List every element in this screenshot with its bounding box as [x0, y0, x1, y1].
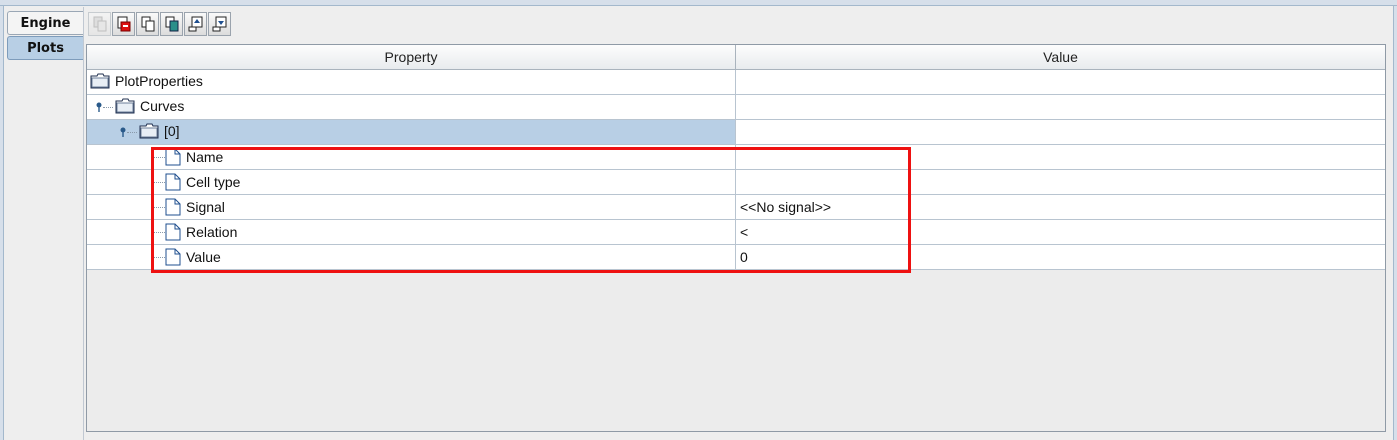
- document-icon: [165, 248, 181, 266]
- tree-connector: [153, 182, 165, 183]
- move-up-icon: [188, 16, 202, 32]
- tab-engine[interactable]: Engine: [7, 11, 83, 35]
- paste-button[interactable]: [160, 12, 183, 36]
- paste-icon: [165, 16, 178, 32]
- copy-button[interactable]: [136, 12, 159, 36]
- tree-node-label: [0]: [164, 123, 180, 139]
- value-cell[interactable]: [736, 170, 1385, 195]
- property-cell[interactable]: Value: [87, 245, 736, 270]
- tree-node-label: Cell type: [186, 174, 241, 190]
- tree-node: Name: [165, 148, 223, 166]
- move-down-icon: [212, 16, 226, 32]
- folder-icon: [90, 73, 110, 89]
- window-top-border: [0, 0, 1397, 6]
- copy-icon: [141, 16, 154, 32]
- document-icon: [165, 198, 181, 216]
- property-cell[interactable]: Cell type: [87, 170, 736, 195]
- tree-node: [0]: [139, 123, 180, 139]
- value-cell[interactable]: [736, 145, 1385, 170]
- column-header-value[interactable]: Value: [736, 45, 1385, 70]
- tree-node-label: Name: [186, 149, 224, 165]
- tree-connector: [127, 132, 137, 133]
- tree-node: Value: [165, 248, 221, 266]
- side-tab-bar: Engine Plots: [4, 7, 84, 440]
- tree-connector: [153, 257, 165, 258]
- column-header-property[interactable]: Property: [87, 45, 736, 70]
- table-body: PlotProperties Curves [0] Name Cell type…: [87, 70, 1385, 270]
- tree-node-label: Curves: [140, 98, 185, 114]
- table-row[interactable]: Relation <: [87, 220, 1385, 245]
- tree-node: PlotProperties: [90, 73, 203, 89]
- property-table: Property Value PlotProperties Curves [0]…: [86, 44, 1386, 432]
- tree-connector: [153, 157, 165, 158]
- document-icon: [165, 148, 181, 166]
- value-cell[interactable]: <: [736, 220, 1385, 245]
- property-cell[interactable]: Relation: [87, 220, 736, 245]
- tab-plots[interactable]: Plots: [7, 36, 83, 60]
- value-cell[interactable]: [736, 120, 1385, 145]
- table-row[interactable]: Cell type: [87, 170, 1385, 195]
- tree-node-label: PlotProperties: [115, 73, 203, 89]
- delete-icon: [117, 16, 130, 32]
- folder-icon: [115, 98, 135, 114]
- tree-node-label: Signal: [186, 199, 225, 215]
- table-row[interactable]: Value 0: [87, 245, 1385, 270]
- tree-node: Signal: [165, 198, 225, 216]
- value-cell[interactable]: 0: [736, 245, 1385, 270]
- table-row-selected[interactable]: [0]: [87, 120, 1385, 145]
- copy-disabled-icon: [93, 16, 106, 32]
- document-icon: [165, 173, 181, 191]
- tree-connector: [153, 232, 165, 233]
- folder-icon: [139, 123, 159, 139]
- tree-node-label: Relation: [186, 224, 238, 240]
- table-row[interactable]: Name: [87, 145, 1385, 170]
- value-cell[interactable]: [736, 70, 1385, 95]
- table-header: Property Value: [87, 45, 1385, 70]
- toolbar: [88, 12, 231, 38]
- property-cell[interactable]: [0]: [87, 120, 736, 145]
- move-up-button[interactable]: [184, 12, 207, 36]
- tree-node: Relation: [165, 223, 237, 241]
- table-row[interactable]: Curves: [87, 95, 1385, 120]
- tree-node: Cell type: [165, 173, 240, 191]
- document-icon: [165, 223, 181, 241]
- table-row[interactable]: PlotProperties: [87, 70, 1385, 95]
- tree-node-label: Value: [186, 249, 221, 265]
- copy-disabled-button[interactable]: [88, 12, 111, 36]
- value-cell[interactable]: <<No signal>>: [736, 195, 1385, 220]
- property-cell[interactable]: PlotProperties: [87, 70, 736, 95]
- value-cell[interactable]: [736, 95, 1385, 120]
- move-down-button[interactable]: [208, 12, 231, 36]
- property-cell[interactable]: Curves: [87, 95, 736, 120]
- delete-button[interactable]: [112, 12, 135, 36]
- table-row[interactable]: Signal <<No signal>>: [87, 195, 1385, 220]
- property-cell[interactable]: Signal: [87, 195, 736, 220]
- tree-connector: [153, 207, 165, 208]
- property-cell[interactable]: Name: [87, 145, 736, 170]
- window-right-border: [1393, 6, 1397, 440]
- tree-node: Curves: [115, 98, 184, 114]
- tree-connector: [103, 107, 113, 108]
